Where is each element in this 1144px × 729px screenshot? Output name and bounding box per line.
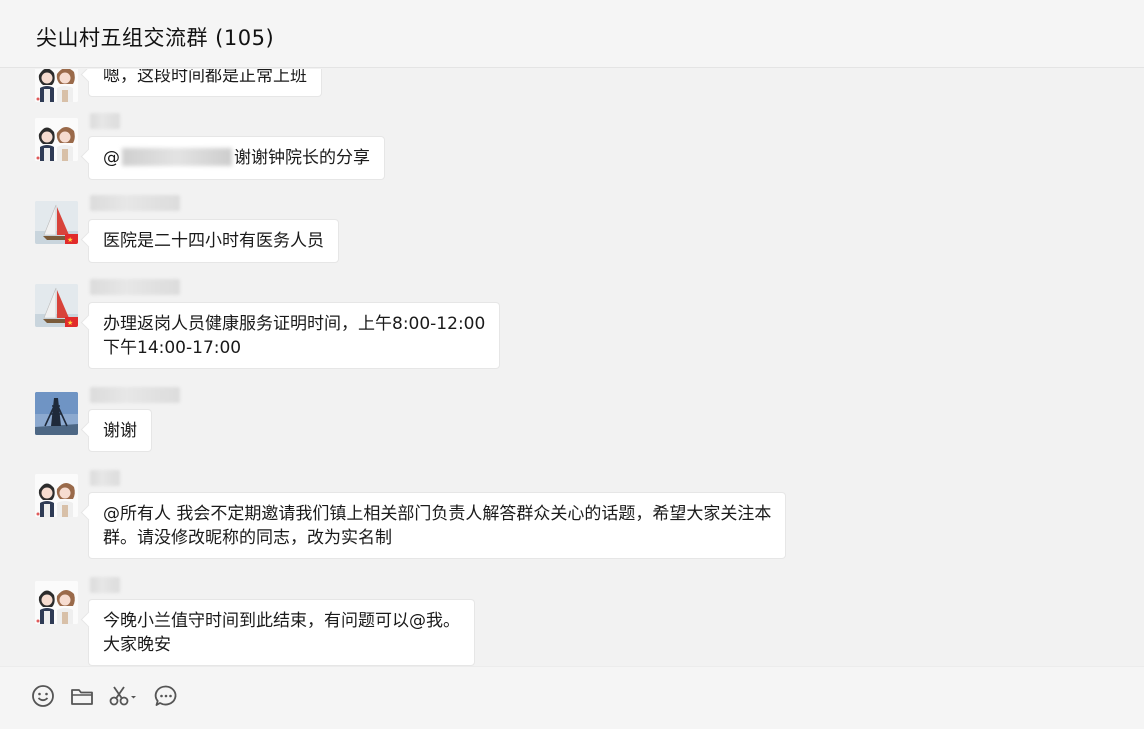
mention-symbol[interactable]: @ (103, 148, 120, 168)
chat-header: 尖山村五组交流群 (105) (0, 0, 1144, 68)
sender-name-blurred (90, 279, 180, 295)
message-text-line: @所有人 我会不定期邀请我们镇上相关部门负责人解答群众关心的话题，希望大家关注本 (103, 504, 772, 524)
message-bubble[interactable]: @所有人 我会不定期邀请我们镇上相关部门负责人解答群众关心的话题，希望大家关注本… (88, 492, 787, 559)
tower-landscape-avatar[interactable] (35, 392, 78, 435)
couple-cartoon-avatar[interactable] (35, 118, 78, 161)
sailboat-avatar[interactable] (35, 201, 78, 244)
folder-icon[interactable] (69, 683, 95, 709)
input-toolbar (0, 666, 1144, 729)
scissors-icon[interactable] (107, 683, 139, 709)
message-text-line: 办理返岗人员健康服务证明时间，上午8:00-12:00 (103, 314, 486, 334)
message-text: 嗯，这段时间都是正常上班 (103, 69, 307, 86)
message-text: 谢谢钟院长的分享 (234, 148, 370, 168)
sender-name-blurred (90, 387, 180, 403)
message-text-line: 今晚小兰值守时间到此结束，有问题可以@我。 (103, 611, 460, 631)
message-bubble[interactable]: @ 谢谢钟院长的分享 (88, 136, 385, 180)
message-text-line: 群。请没修改昵称的同志，改为实名制 (103, 528, 392, 548)
couple-cartoon-avatar[interactable] (35, 474, 78, 517)
message-bubble[interactable]: 今晚小兰值守时间到此结束，有问题可以@我。 大家晚安 (88, 599, 475, 666)
message-bubble[interactable]: 办理返岗人员健康服务证明时间，上午8:00-12:00 下午14:00-17:0… (88, 302, 501, 369)
message-bubble[interactable]: 医院是二十四小时有医务人员 (88, 219, 339, 263)
message-bubble[interactable]: 谢谢 (88, 409, 152, 452)
message-list[interactable]: 嗯，这段时间都是正常上班 @ 谢谢钟院长的分享 医院是二十四小时有医务人员 办理返… (0, 69, 1144, 666)
couple-cartoon-avatar[interactable] (35, 69, 78, 102)
sender-name-blurred (90, 195, 180, 211)
mentioned-name-blurred (122, 148, 232, 166)
sailboat-avatar[interactable] (35, 284, 78, 327)
message-text: 医院是二十四小时有医务人员 (103, 231, 324, 251)
group-title: 尖山村五组交流群 (105) (36, 26, 275, 50)
message-text-line: 大家晚安 (103, 635, 171, 655)
sender-name-blurred (90, 470, 120, 486)
message-bubble[interactable]: 嗯，这段时间都是正常上班 (88, 69, 322, 97)
message-text: 谢谢 (103, 421, 137, 441)
chat-history-icon[interactable] (153, 683, 179, 709)
sender-name-blurred (90, 113, 120, 129)
message-text-line: 下午14:00-17:00 (103, 338, 242, 358)
sender-name-blurred (90, 577, 120, 593)
couple-cartoon-avatar[interactable] (35, 581, 78, 624)
emoji-icon[interactable] (30, 683, 56, 709)
